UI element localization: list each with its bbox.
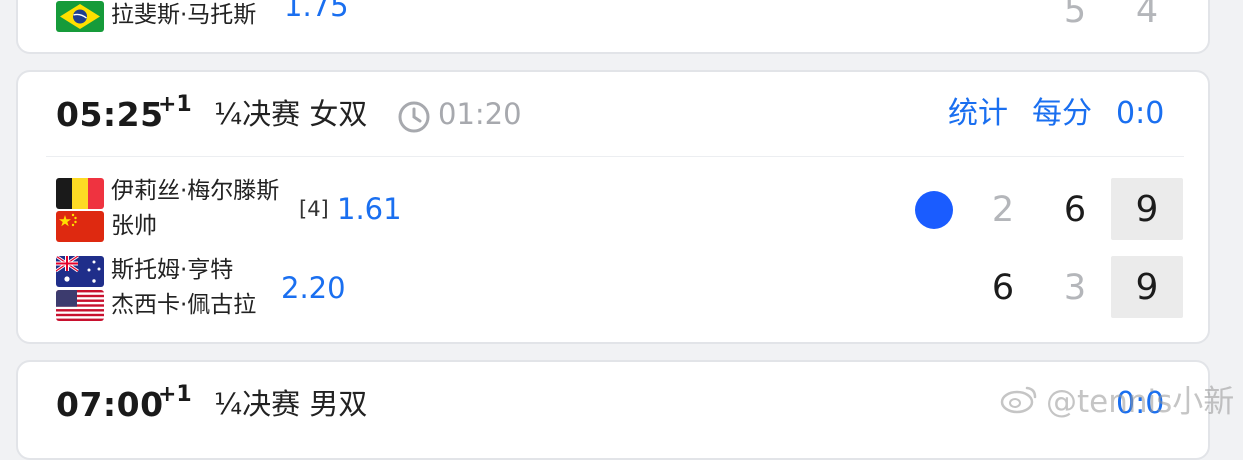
- seed-badge: [4]: [299, 197, 329, 221]
- watermark-text: @tennis小新: [1046, 384, 1235, 420]
- usa-flag-icon: [56, 290, 104, 321]
- current-game-score: 9: [1111, 256, 1183, 318]
- china-flag-icon: [56, 211, 104, 242]
- current-game-score: 9: [1111, 178, 1183, 240]
- match-round: ¼决赛 女双: [214, 97, 368, 131]
- header-divider: [46, 156, 1184, 157]
- set-score: 4: [1135, 0, 1159, 31]
- brazil-flag-icon: [56, 1, 104, 32]
- day-offset: +1: [158, 382, 192, 407]
- clock-icon: [397, 100, 431, 134]
- day-offset: +1: [158, 92, 192, 117]
- australia-flag-icon: [56, 256, 104, 287]
- elapsed-time: 01:20: [438, 97, 522, 131]
- game-score-value: 9: [1135, 188, 1159, 230]
- set-score: 5: [1063, 0, 1087, 31]
- stats-link[interactable]: 统计: [948, 99, 1008, 129]
- game-score-value: 9: [1135, 266, 1159, 308]
- player-name: 伊莉丝·梅尔滕斯: [111, 178, 280, 204]
- set-score: 6: [991, 268, 1015, 308]
- match-card-previous[interactable]: 拉斐斯·马托斯 1.75 5 4: [16, 0, 1210, 54]
- match-round: ¼决赛 男双: [214, 387, 368, 421]
- serving-indicator-icon: [915, 191, 953, 229]
- odds-value[interactable]: 2.20: [281, 274, 346, 303]
- weibo-logo-icon: [1000, 384, 1038, 414]
- odds-value[interactable]: 1.75: [284, 0, 349, 21]
- match-time: 05:25: [56, 95, 164, 134]
- player-name: 张帅: [111, 213, 157, 239]
- player-name: 拉斐斯·马托斯: [111, 2, 257, 28]
- set-score: 2: [991, 190, 1015, 230]
- odds-value[interactable]: 1.61: [337, 195, 402, 224]
- point-score[interactable]: 0:0: [1116, 99, 1164, 129]
- match-time: 07:00: [56, 385, 164, 424]
- set-score: 6: [1063, 190, 1087, 230]
- set-score: 3: [1063, 268, 1087, 308]
- watermark: @tennis小新: [1000, 376, 1234, 421]
- match-card[interactable]: 05:25 +1 ¼决赛 女双 01:20 统计 每分 0:0 伊莉丝·梅尔滕斯…: [16, 70, 1210, 344]
- belgium-flag-icon: [56, 178, 104, 209]
- player-name: 斯托姆·亨特: [111, 257, 234, 283]
- point-by-point-link[interactable]: 每分: [1032, 99, 1092, 129]
- player-name: 杰西卡·佩古拉: [111, 292, 257, 318]
